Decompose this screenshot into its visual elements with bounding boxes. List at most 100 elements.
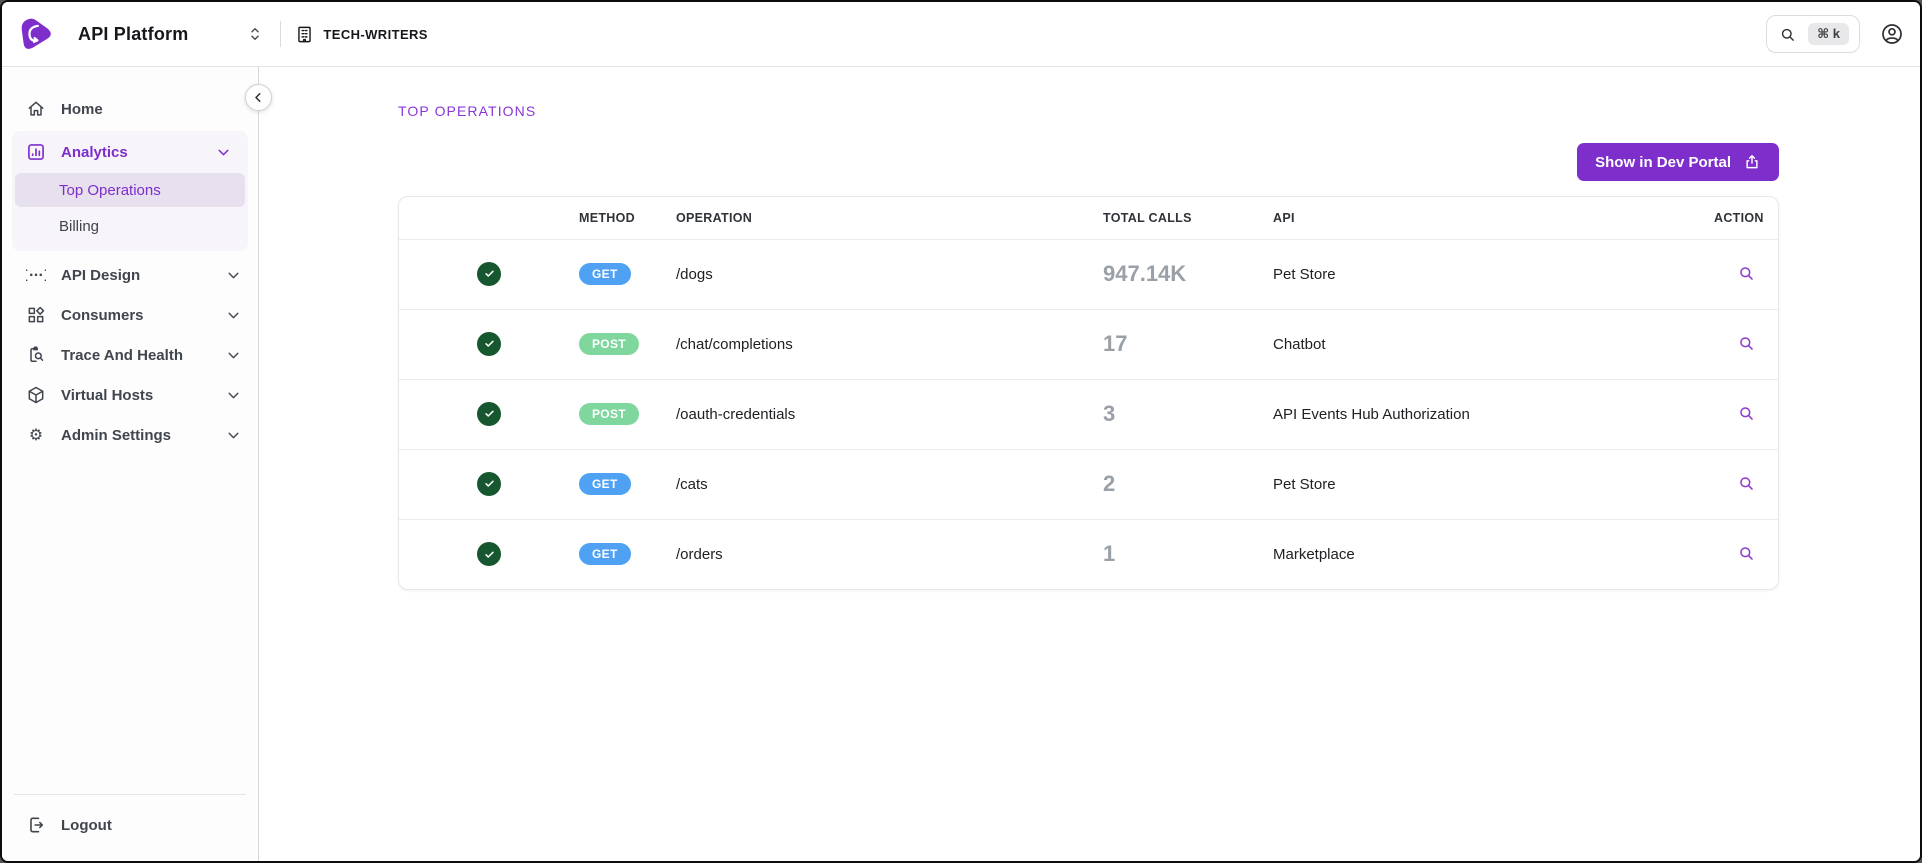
view-operation-button[interactable]: [1733, 470, 1760, 497]
total-calls-cell: 2: [1103, 449, 1273, 519]
api-cell: Marketplace: [1273, 519, 1714, 589]
topbar-divider: [280, 21, 281, 47]
search-icon: [1779, 26, 1796, 43]
show-in-dev-portal-button[interactable]: Show in Dev Portal: [1577, 143, 1779, 181]
user-account-icon[interactable]: [1880, 22, 1904, 46]
chevron-down-icon: [225, 387, 242, 404]
home-icon: [26, 99, 46, 119]
top-operations-table-card: METHOD OPERATION TOTAL CALLS API ACTION …: [398, 196, 1779, 590]
logout-button[interactable]: Logout: [2, 805, 258, 845]
sidebar-footer-divider: [14, 794, 246, 795]
workspace-switcher[interactable]: API Platform: [54, 24, 264, 45]
success-check-icon: [477, 402, 501, 426]
view-operation-button[interactable]: [1733, 540, 1760, 567]
method-badge: GET: [579, 543, 631, 565]
svg-text:{···}: {···}: [26, 267, 46, 282]
consumers-icon: [26, 305, 46, 325]
sidebar-item-trace-and-health[interactable]: Trace And Health: [2, 335, 258, 375]
app-window: API Platform TECH-WRITERS: [0, 0, 1922, 863]
method-badge: POST: [579, 333, 639, 355]
view-operation-button[interactable]: [1733, 330, 1760, 357]
virtual-hosts-icon: [26, 385, 46, 405]
global-search[interactable]: ⌘ k: [1766, 15, 1860, 53]
api-cell: Chatbot: [1273, 309, 1714, 379]
chevron-down-icon: [215, 144, 232, 161]
sidebar-item-api-design[interactable]: {···} API Design: [2, 255, 258, 295]
sidebar-item-label: Analytics: [61, 144, 128, 161]
brand-logo-icon: [16, 15, 54, 53]
api-cell: Pet Store: [1273, 449, 1714, 519]
view-operation-button[interactable]: [1733, 400, 1760, 427]
sidebar-subitem-label: Top Operations: [59, 182, 161, 199]
sidebar-item-home[interactable]: Home: [2, 89, 258, 129]
sidebar-item-virtual-hosts[interactable]: Virtual Hosts: [2, 375, 258, 415]
logout-label: Logout: [61, 817, 112, 834]
organization-selector[interactable]: TECH-WRITERS: [295, 25, 427, 44]
sidebar-item-label: Home: [61, 101, 103, 118]
table-row: POST /oauth-credentials 3 API Events Hub…: [399, 379, 1779, 449]
action-column-header: ACTION: [1714, 197, 1779, 239]
success-check-icon: [477, 542, 501, 566]
page-title: TOP OPERATIONS: [398, 103, 1779, 119]
trace-health-icon: [26, 345, 46, 365]
unfold-more-icon: [246, 25, 264, 43]
sidebar-item-consumers[interactable]: Consumers: [2, 295, 258, 335]
search-shortcut-badge: ⌘ k: [1808, 23, 1849, 45]
total-calls-cell: 3: [1103, 379, 1273, 449]
api-column-header: API: [1273, 197, 1714, 239]
success-check-icon: [477, 262, 501, 286]
sidebar-item-label: Virtual Hosts: [61, 387, 153, 404]
total-calls-cell: 17: [1103, 309, 1273, 379]
table-row: POST /chat/completions 17 Chatbot: [399, 309, 1779, 379]
top-bar: API Platform TECH-WRITERS: [2, 2, 1920, 67]
operation-cell: /chat/completions: [676, 309, 1103, 379]
status-column-header: [399, 197, 579, 239]
sidebar-item-label: Admin Settings: [61, 427, 171, 444]
chevron-down-icon: [225, 307, 242, 324]
method-badge: POST: [579, 403, 639, 425]
sidebar-item-admin-settings[interactable]: ⚙ Admin Settings: [2, 415, 258, 455]
operation-cell: /oauth-credentials: [676, 379, 1103, 449]
view-operation-button[interactable]: [1733, 260, 1760, 287]
sidebar-item-analytics[interactable]: Analytics: [12, 133, 248, 171]
main-content: TOP OPERATIONS Show in Dev Portal: [259, 67, 1920, 861]
sidebar-item-top-operations[interactable]: Top Operations: [15, 173, 245, 207]
chevron-down-icon: [225, 347, 242, 364]
organization-name: TECH-WRITERS: [323, 27, 427, 42]
logout-icon: [26, 815, 46, 835]
total-calls-cell: 947.14K: [1103, 239, 1273, 309]
success-check-icon: [477, 332, 501, 356]
sidebar-item-billing[interactable]: Billing: [15, 209, 245, 243]
operation-cell: /cats: [676, 449, 1103, 519]
app-title: API Platform: [78, 24, 188, 45]
total-calls-cell: 1: [1103, 519, 1273, 589]
table-header-row: METHOD OPERATION TOTAL CALLS API ACTION: [399, 197, 1779, 239]
success-check-icon: [477, 472, 501, 496]
sidebar-subitem-label: Billing: [59, 218, 99, 235]
method-badge: GET: [579, 473, 631, 495]
operation-column-header: OPERATION: [676, 197, 1103, 239]
sidebar-group-analytics: Analytics Top Operations Billing: [12, 131, 248, 251]
svg-text:⚙: ⚙: [29, 425, 43, 444]
sidebar-item-label: Consumers: [61, 307, 144, 324]
top-operations-table: METHOD OPERATION TOTAL CALLS API ACTION …: [399, 197, 1779, 589]
method-column-header: METHOD: [579, 197, 676, 239]
table-row: GET /dogs 947.14K Pet Store: [399, 239, 1779, 309]
table-row: GET /orders 1 Marketplace: [399, 519, 1779, 589]
cta-label: Show in Dev Portal: [1595, 154, 1731, 171]
analytics-icon: [26, 142, 46, 162]
chevron-down-icon: [225, 427, 242, 444]
total-calls-column-header: TOTAL CALLS: [1103, 197, 1273, 239]
organization-icon: [295, 25, 314, 44]
export-icon: [1743, 153, 1761, 171]
method-badge: GET: [579, 263, 631, 285]
operation-cell: /dogs: [676, 239, 1103, 309]
chevron-down-icon: [225, 267, 242, 284]
sidebar: Home Analytics: [2, 67, 259, 861]
operation-cell: /orders: [676, 519, 1103, 589]
sidebar-collapse-button[interactable]: [245, 84, 272, 111]
sidebar-item-label: API Design: [61, 267, 140, 284]
api-design-icon: {···}: [26, 265, 46, 285]
table-row: GET /cats 2 Pet Store: [399, 449, 1779, 519]
gear-icon: ⚙: [26, 425, 46, 445]
